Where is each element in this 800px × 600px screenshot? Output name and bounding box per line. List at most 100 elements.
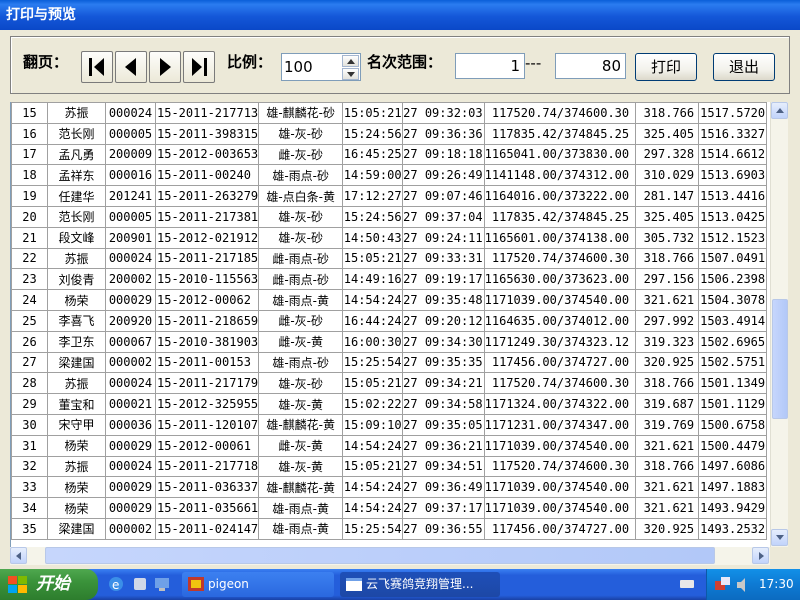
table-row[interactable]: 21 段文峰 200901 15-2012-021912 雄-灰-砂 14:50:43 27… — [11, 226, 768, 249]
table-cell: 15-2011-035661 — [154, 497, 260, 519]
vertical-scrollbar[interactable] — [770, 102, 788, 547]
next-page-button[interactable] — [149, 51, 181, 83]
taskbar-item-manager[interactable]: 云飞赛鸽竞翔管理... — [340, 572, 500, 597]
table-cell: 19 — [11, 185, 48, 207]
table-row[interactable]: 24 杨荣 000029 15-2012-00062 雄-雨点-黄 14:54:24 27 … — [11, 289, 768, 311]
table-cell: 杨荣 — [47, 289, 106, 311]
scroll-right-button[interactable] — [752, 547, 769, 564]
taskbar-item-pigeon[interactable]: pigeon — [182, 572, 334, 597]
table-cell: 1164635.00/374012.00 — [483, 309, 637, 332]
table-cell: 1512.1523 — [698, 226, 768, 249]
scroll-down-button[interactable] — [771, 529, 788, 546]
table-cell: 15:09:10 — [342, 413, 404, 436]
scroll-left-button[interactable] — [10, 547, 27, 564]
table-row[interactable]: 34 杨荣 000029 15-2011-035661 雄-雨点-黄 14:54:24 27… — [11, 497, 768, 519]
table-cell: 117520.74/374600.30 — [483, 455, 637, 478]
scrollbar-corner — [770, 547, 788, 565]
table-row[interactable]: 20 范长刚 000005 15-2011-217381 雄-灰-砂 15:24:56 27… — [11, 205, 768, 228]
table-cell: 16:44:24 — [342, 309, 404, 332]
table-row[interactable]: 28 苏振 000024 15-2011-217179 雄-灰-砂 15:05:21 27 … — [11, 372, 768, 395]
table-row[interactable]: 30 宋守甲 000036 15-2011-120107 雄-麒麟花-黄 15:09:10… — [11, 413, 768, 436]
horizontal-scrollbar[interactable] — [10, 547, 770, 565]
table-cell: 杨荣 — [47, 497, 106, 519]
table-cell: 15-2011-00153 — [154, 351, 260, 374]
table-row[interactable]: 22 苏振 000024 15-2011-217185 雌-雨点-砂 15:05:21 27… — [11, 247, 768, 270]
results-grid[interactable]: 15 苏振 000024 15-2011-217713 雄-麒麟花-砂 15:05:21 2… — [10, 102, 770, 547]
table-row[interactable]: 16 范长刚 000005 15-2011-398315 雄-灰-砂 15:24:56 27… — [11, 122, 768, 145]
table-row[interactable]: 15 苏振 000024 15-2011-217713 雄-麒麟花-砂 15:05:21 2… — [11, 102, 768, 124]
table-row[interactable]: 23 刘俊青 200002 15-2010-115563 雌-雨点-砂 14:49:16 2… — [11, 268, 768, 291]
range-to-field[interactable]: 80 — [555, 53, 626, 79]
range-from-field[interactable]: 1 — [455, 53, 525, 79]
table-cell: 1501.1129 — [698, 393, 768, 415]
ratio-down-button[interactable] — [342, 68, 359, 80]
first-page-button[interactable] — [81, 51, 113, 83]
table-cell: 201241 — [105, 185, 156, 207]
table-cell: 雄-灰-砂 — [258, 372, 344, 395]
table-cell: 000005 — [105, 205, 156, 228]
table-cell: 范长刚 — [47, 205, 106, 228]
table-cell: 李卫东 — [47, 330, 106, 353]
table-row[interactable]: 17 孟凡勇 200009 15-2012-003653 雌-灰-砂 16:45:25 27… — [11, 143, 768, 166]
table-row[interactable]: 25 李喜飞 200920 15-2011-218659 雌-灰-砂 16:44:24 27… — [11, 309, 768, 332]
table-cell: 1165630.00/373623.00 — [483, 268, 637, 291]
prev-page-button[interactable] — [115, 51, 147, 83]
desktop-icon[interactable] — [154, 576, 170, 592]
table-row[interactable]: 18 孟祥东 000016 15-2011-00240 雄-雨点-砂 14:59:00 27… — [11, 164, 768, 187]
table-cell: 1171039.00/374540.00 — [483, 497, 637, 519]
taskbar-item-label: 云飞赛鸽竞翔管理... — [366, 577, 474, 591]
table-cell: 28 — [11, 372, 48, 395]
last-page-button[interactable] — [183, 51, 215, 83]
table-row[interactable]: 31 杨荣 000029 15-2012-00061 雌-灰-黄 14:54:24 27 0… — [11, 434, 768, 457]
volume-icon[interactable] — [735, 577, 751, 593]
table-cell: 14:54:24 — [342, 497, 404, 519]
table-row[interactable]: 26 李卫东 000067 15-2010-381903 雌-灰-黄 16:00:30 27… — [11, 330, 768, 353]
table-cell: 117456.00/374727.00 — [483, 517, 637, 540]
table-cell: 15-2011-036337 — [154, 476, 260, 499]
clock[interactable]: 17:30 — [759, 569, 794, 600]
media-icon[interactable] — [132, 576, 148, 592]
scroll-up-button[interactable] — [771, 102, 788, 119]
table-cell: 000024 — [105, 247, 156, 270]
table-row[interactable]: 27 梁建国 000002 15-2011-00153 雄-雨点-砂 15:25:54 27… — [11, 351, 768, 374]
range-separator: --- — [525, 54, 542, 72]
app-icon — [188, 577, 204, 591]
table-cell: 1502.5751 — [698, 351, 768, 374]
horizontal-scroll-thumb[interactable] — [45, 547, 715, 564]
table-row[interactable]: 32 苏振 000024 15-2011-217718 雄-灰-黄 15:05:21 27 … — [11, 455, 768, 478]
table-row[interactable]: 19 任建华 201241 15-2011-263279 雄-点白条-黄 17:12:27… — [11, 185, 768, 207]
table-cell: 27 09:35:35 — [402, 351, 485, 374]
table-cell: 15-2011-120107 — [154, 413, 260, 436]
table-cell: 30 — [11, 413, 48, 436]
table-cell: 000002 — [105, 517, 156, 540]
table-cell: 雄-灰-黄 — [258, 393, 344, 415]
vertical-scroll-thumb[interactable] — [772, 299, 788, 419]
table-cell: 14:50:43 — [342, 226, 404, 249]
keyboard-icon[interactable] — [680, 577, 694, 591]
ratio-up-button[interactable] — [342, 55, 359, 67]
ratio-input[interactable] — [284, 56, 342, 78]
system-tray: 17:30 — [706, 569, 800, 600]
ie-icon[interactable]: e — [108, 576, 124, 592]
table-cell: 15:05:21 — [342, 372, 404, 395]
start-button[interactable]: 开始 — [0, 569, 98, 600]
table-cell: 1171324.00/374322.00 — [483, 393, 637, 415]
network-icon[interactable] — [715, 577, 731, 593]
table-row[interactable]: 29 董宝和 000021 15-2012-325955 雄-灰-黄 15:02:22 27… — [11, 393, 768, 415]
table-cell: 000029 — [105, 289, 156, 311]
table-cell: 1493.9429 — [698, 497, 768, 519]
ratio-label: 比例： — [227, 53, 273, 71]
table-cell: 27 09:18:18 — [402, 143, 485, 166]
table-cell: 29 — [11, 393, 48, 415]
table-cell: 雄-麒麟花-黄 — [258, 476, 344, 499]
table-cell: 任建华 — [47, 185, 106, 207]
table-row[interactable]: 33 杨荣 000029 15-2011-036337 雄-麒麟花-黄 14:54:24 2… — [11, 476, 768, 499]
table-cell: 117835.42/374845.25 — [483, 122, 637, 145]
table-row[interactable]: 35 梁建国 000002 15-2011-024147 雄-雨点-黄 15:25:54 2… — [11, 517, 768, 540]
table-cell: 117835.42/374845.25 — [483, 205, 637, 228]
ratio-spinner[interactable] — [281, 53, 361, 81]
table-cell: 15-2012-021912 — [154, 226, 260, 249]
exit-button[interactable]: 退出 — [713, 53, 775, 81]
print-button[interactable]: 打印 — [635, 53, 697, 81]
table-cell: 15:24:56 — [342, 205, 404, 228]
